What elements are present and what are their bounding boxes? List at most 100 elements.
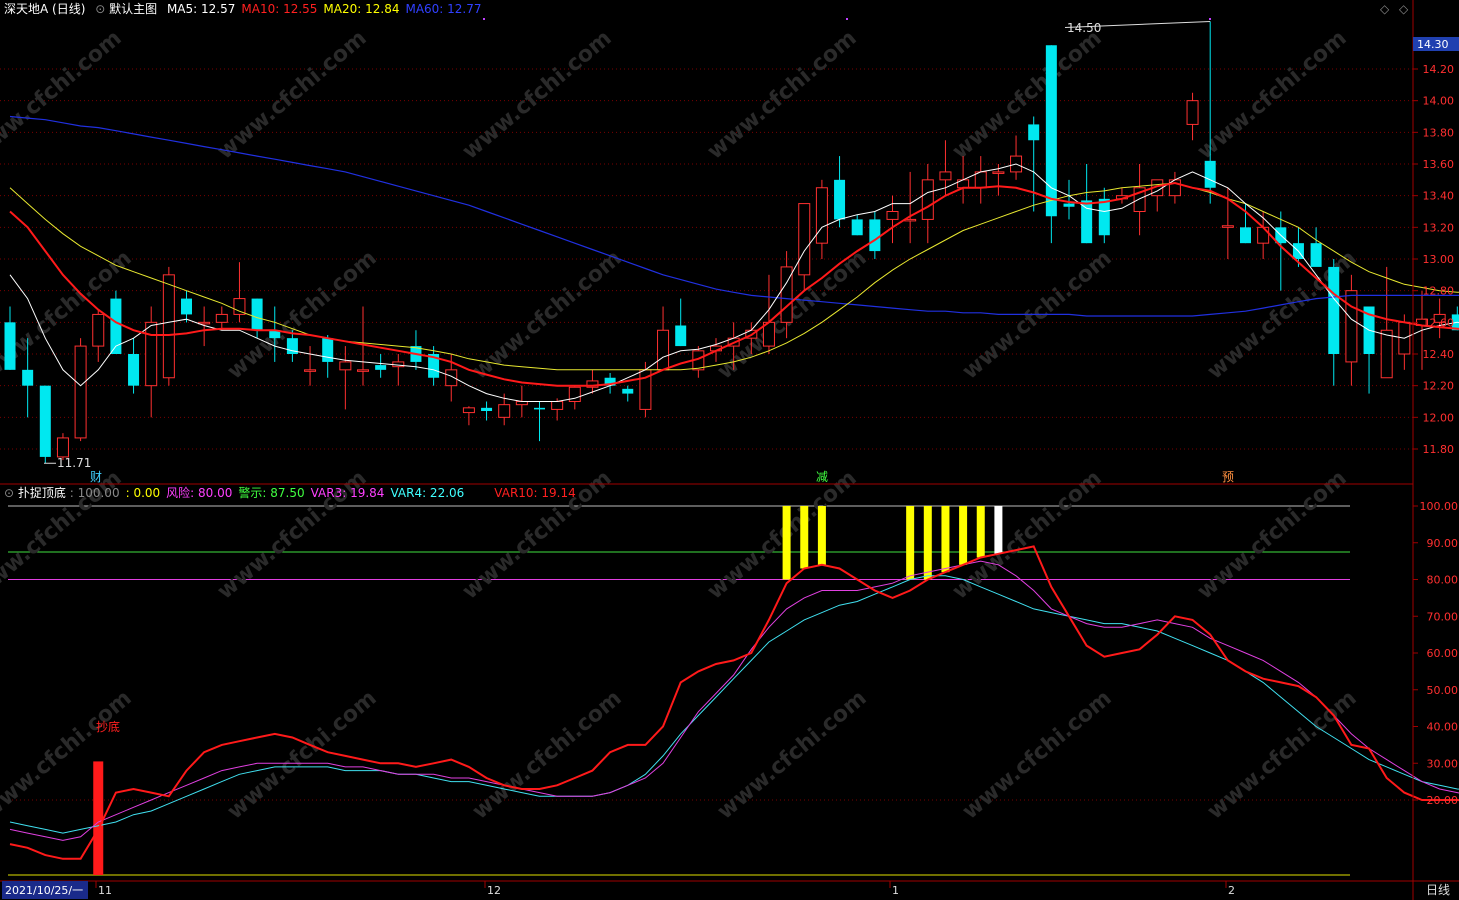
candle-body-up — [162, 274, 175, 379]
top-signal-bar — [906, 506, 915, 580]
indicator-tick-label: 40.00 — [1427, 721, 1459, 734]
top-signal-bar — [782, 506, 791, 580]
indicator-tick-label: 80.00 — [1427, 574, 1459, 587]
candle-body-up — [1221, 225, 1234, 228]
candle-body-up — [357, 369, 369, 372]
price-tick-label: 13.40 — [1423, 190, 1455, 203]
indicator-legend-item: VAR3: 19.84 — [310, 486, 385, 500]
price-tick-label: 11.80 — [1423, 443, 1455, 456]
main-header: 深天地A (日线) ⊙ 默认主图 MA5: 12.57 MA10: 12.55 MA… — [4, 1, 482, 17]
date-start-label[interactable]: 2021/10/25/一 — [5, 884, 83, 897]
candle-body-down — [622, 388, 634, 394]
indicator-legend-item: : 0.00 — [125, 486, 161, 500]
date-label: 1 — [892, 884, 899, 897]
main-chart-label[interactable]: 默认主图 — [109, 2, 157, 16]
current-price-label: 14.30 — [1417, 38, 1449, 51]
chaodi-label: 抄底 — [96, 719, 120, 734]
ma-legend-item: MA5: 12.57 — [166, 2, 236, 16]
period-label[interactable]: 日线 — [1426, 883, 1450, 897]
yu-marker: 预 — [1222, 470, 1234, 484]
candle-body-up — [921, 179, 934, 220]
top-signal-bar — [959, 506, 968, 565]
indicator-tick-label: 70.00 — [1427, 610, 1459, 623]
top-signal-bar — [941, 506, 950, 573]
candle-body-up — [462, 407, 475, 414]
indicator-legend-item: 警示: 87.50 — [238, 486, 305, 500]
candle-body-up — [233, 298, 246, 315]
expand-icon[interactable]: ◇ — [1399, 2, 1408, 16]
price-tick-label: 12.00 — [1423, 411, 1455, 424]
stock-chart: www.cfchi.com www.cfchi.com www.cfchi.com w… — [0, 0, 1459, 900]
top-signal-bar — [976, 506, 985, 558]
candle-body-up — [657, 329, 670, 371]
settings-icon[interactable]: ⊙ — [95, 2, 105, 16]
candle-body-down — [375, 365, 387, 370]
candle-body-down — [1098, 198, 1110, 236]
indicator-tick-label: 60.00 — [1427, 647, 1459, 660]
jian-marker: 减 — [816, 470, 828, 484]
candle-body-up — [551, 401, 564, 410]
candle-body-up — [339, 361, 352, 371]
candle-body-down — [128, 354, 140, 386]
indicator-legend-item: 风险: 80.00 — [166, 486, 233, 500]
indicator-title[interactable]: 扑捉顶底 — [18, 486, 66, 500]
candle-body-down — [675, 325, 687, 347]
candle-body-down — [1063, 203, 1075, 207]
price-tick-label: 13.80 — [1423, 126, 1455, 139]
indicator-tick-label: 100.00 — [1420, 500, 1459, 513]
stock-title[interactable]: 深天地A (日线) — [4, 2, 85, 16]
candle-body-up — [56, 437, 69, 458]
price-tick-label: 14.20 — [1423, 63, 1455, 76]
indicator-settings-icon[interactable]: ⊙ — [4, 486, 14, 500]
high-price-label: 14.50 — [1067, 21, 1101, 35]
candle-body-up — [198, 321, 211, 325]
indicator-legend-item: VAR10: 19.14 — [494, 486, 576, 500]
candle-body-down — [534, 407, 545, 410]
candle-body-up — [992, 171, 1005, 174]
candle-body-up — [798, 203, 811, 276]
candle-body-up — [145, 321, 158, 387]
candle-body-up — [1186, 100, 1199, 125]
candle-body-down — [834, 179, 846, 220]
date-label: 12 — [487, 884, 501, 897]
candle-body-up — [498, 404, 511, 418]
candle-body-down — [22, 369, 34, 386]
candle-body-up — [215, 313, 228, 323]
indicator-header: ⊙ 扑捉顶底 : 100.00 : 0.00 风险: 80.00 警示: 87.50 V… — [4, 485, 576, 501]
price-tick-label: 13.20 — [1423, 221, 1455, 234]
indicator-legend-item: : 100.00 — [69, 486, 120, 500]
candle-body-down — [1240, 227, 1251, 244]
top-signal-bar — [800, 506, 809, 569]
price-tick-label: 12.60 — [1423, 316, 1455, 329]
candle-body-up — [1257, 226, 1270, 244]
candle-body-up — [1380, 329, 1393, 379]
candle-body-down — [39, 385, 51, 457]
date-label: 2 — [1228, 884, 1235, 897]
candle-body-up — [939, 171, 952, 181]
indicator-tick-label: 50.00 — [1427, 684, 1459, 697]
candle-body-down — [851, 219, 863, 236]
top-signal-bar — [923, 506, 932, 580]
candle-body-up — [815, 187, 828, 244]
price-tick-label: 12.80 — [1423, 285, 1455, 298]
ma-legend-item: MA10: 12.55 — [241, 2, 318, 16]
top-signal-bar — [817, 506, 826, 565]
indicator-tick-label: 90.00 — [1427, 537, 1459, 550]
ma-legend: MA5: 12.57 MA10: 12.55 MA20: 12.84 MA60: 12… — [161, 2, 482, 16]
candle-body-down — [1204, 160, 1216, 188]
diamond-icon[interactable]: ◇ — [1380, 2, 1389, 16]
candle-body-up — [1345, 290, 1358, 363]
candle-body-down — [481, 407, 493, 411]
cai-marker: 财 — [90, 470, 102, 484]
indicator-tick-label: 20.00 — [1427, 794, 1459, 807]
candle-body-up — [886, 211, 899, 220]
top-signal-bar-white — [994, 506, 1003, 554]
ma-legend-item: MA60: 12.77 — [405, 2, 482, 16]
candle-body-down — [1310, 243, 1322, 267]
bottom-signal-bar — [93, 761, 104, 875]
candle-body-down — [1028, 124, 1040, 141]
candle-body-down — [181, 298, 192, 315]
candle-body-down — [251, 298, 263, 331]
price-tick-label: 13.60 — [1423, 158, 1455, 171]
price-tick-label: 12.40 — [1423, 348, 1455, 361]
